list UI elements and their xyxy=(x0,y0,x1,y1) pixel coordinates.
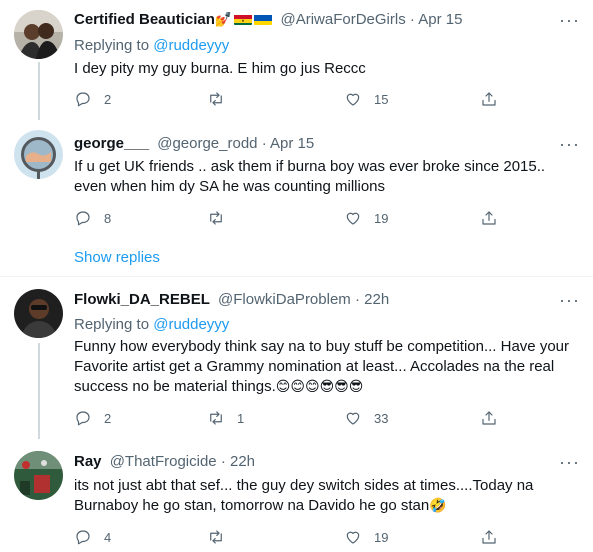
separator-dot: · xyxy=(354,291,360,308)
tweet-emoji: 😊😊😊😎😎😎 xyxy=(275,379,364,395)
handle[interactable]: @george_rodd xyxy=(157,135,257,152)
reply-count: 2 xyxy=(104,91,112,107)
ukraine-flag-icon xyxy=(254,13,273,25)
avatar[interactable] xyxy=(14,130,63,179)
retweet-icon xyxy=(210,530,222,544)
separator-dot: · xyxy=(220,453,226,470)
replying-to-label: Replying to xyxy=(74,37,150,54)
show-replies-link[interactable]: Show replies xyxy=(74,248,160,268)
thread-line xyxy=(38,62,40,120)
tweet-header: george___ @george_rodd · Apr 15 xyxy=(74,134,314,154)
retweet-count: 1 xyxy=(237,410,245,426)
tweet-actions: 2 15 xyxy=(74,89,504,109)
handle[interactable]: @ThatFrogicide xyxy=(110,453,217,470)
thread-line xyxy=(38,343,40,439)
retweet-icon xyxy=(210,92,222,106)
tweet-header: Ray @ThatFrogicide · 22h xyxy=(74,452,255,472)
retweet-button[interactable] xyxy=(207,89,237,109)
like-count: 19 xyxy=(374,210,389,226)
retweet-icon xyxy=(210,211,222,225)
like-button[interactable]: 33 xyxy=(344,408,388,428)
display-name[interactable]: george___ xyxy=(74,135,149,152)
retweet-icon xyxy=(210,411,222,425)
tweet-text: its not just abt that sef... the guy dey… xyxy=(74,476,579,516)
tweet-text: Funny how everybody think say na to buy … xyxy=(74,337,579,397)
reply-button[interactable]: 2 xyxy=(74,408,111,428)
more-options-icon[interactable]: ··· xyxy=(559,135,579,158)
ghana-flag-icon xyxy=(234,13,253,25)
share-icon xyxy=(482,411,496,425)
reply-count: 2 xyxy=(104,410,112,426)
share-button[interactable] xyxy=(480,89,498,109)
tweet-4[interactable]: Ray @ThatFrogicide · 22h ··· its not jus… xyxy=(0,439,593,552)
tweet-actions: 2 1 33 xyxy=(74,408,504,428)
replying-to: Replying to @ruddeyyy xyxy=(74,315,229,335)
reply-button[interactable]: 8 xyxy=(74,208,111,228)
share-button[interactable] xyxy=(480,527,498,547)
reply-icon xyxy=(76,530,90,545)
share-icon xyxy=(482,530,496,544)
heart-icon xyxy=(346,412,360,425)
tweet-1[interactable]: Certified Beautician💅 @AriwaForDeGirls ·… xyxy=(0,0,593,120)
more-options-icon[interactable]: ··· xyxy=(559,291,579,314)
tweet-actions: 4 19 xyxy=(74,527,504,547)
timestamp[interactable]: Apr 15 xyxy=(270,135,314,152)
nail-polish-emoji: 💅 xyxy=(214,12,233,28)
share-button[interactable] xyxy=(480,408,498,428)
like-count: 15 xyxy=(374,91,389,107)
reply-icon xyxy=(76,211,90,226)
like-button[interactable]: 19 xyxy=(344,527,388,547)
retweet-button[interactable]: 1 xyxy=(207,408,244,428)
separator-dot: · xyxy=(261,135,267,152)
like-count: 33 xyxy=(374,410,389,426)
timestamp[interactable]: 22h xyxy=(364,291,389,308)
tweet-emoji: 🤣 xyxy=(429,498,447,514)
separator-dot: · xyxy=(409,11,415,28)
reply-count: 4 xyxy=(104,529,112,545)
more-options-icon[interactable]: ··· xyxy=(559,453,579,476)
avatar[interactable] xyxy=(14,10,63,59)
display-name[interactable]: Ray xyxy=(74,453,102,470)
avatar[interactable] xyxy=(14,289,63,338)
mention-link[interactable]: @ruddeyyy xyxy=(153,316,229,333)
tweet-header: Certified Beautician💅 @AriwaForDeGirls ·… xyxy=(74,10,462,30)
timestamp[interactable]: 22h xyxy=(230,453,255,470)
heart-icon xyxy=(346,212,360,225)
mention-link[interactable]: @ruddeyyy xyxy=(153,37,229,54)
reply-button[interactable]: 2 xyxy=(74,89,111,109)
retweet-button[interactable] xyxy=(207,208,237,228)
share-icon xyxy=(482,92,496,106)
heart-icon xyxy=(346,531,360,544)
tweet-actions: 8 19 xyxy=(74,208,504,228)
tweet-text: If u get UK friends .. ask them if burna… xyxy=(74,158,546,195)
retweet-button[interactable] xyxy=(207,527,237,547)
reply-count: 8 xyxy=(104,210,112,226)
reply-icon xyxy=(76,411,90,426)
like-button[interactable]: 19 xyxy=(344,208,388,228)
share-button[interactable] xyxy=(480,208,498,228)
reply-button[interactable]: 4 xyxy=(74,527,111,547)
reply-icon xyxy=(76,92,90,107)
timestamp[interactable]: Apr 15 xyxy=(418,11,462,28)
like-button[interactable]: 15 xyxy=(344,89,388,109)
replying-to: Replying to @ruddeyyy xyxy=(74,36,229,56)
heart-icon xyxy=(346,93,360,106)
display-name[interactable]: Flowki_DA_REBEL xyxy=(74,291,210,308)
handle[interactable]: @AriwaForDeGirls xyxy=(280,11,405,28)
tweet-text-content: its not just abt that sef... the guy dey… xyxy=(74,477,534,514)
tweet-3[interactable]: Flowki_DA_REBEL @FlowkiDaProblem · 22h ·… xyxy=(0,277,593,439)
more-options-icon[interactable]: ··· xyxy=(559,11,579,34)
tweet-header: Flowki_DA_REBEL @FlowkiDaProblem · 22h xyxy=(74,290,389,310)
replying-to-label: Replying to xyxy=(74,316,150,333)
tweet-2[interactable]: george___ @george_rodd · Apr 15 ··· If u… xyxy=(0,120,593,276)
display-name[interactable]: Certified Beautician xyxy=(74,11,215,28)
share-icon xyxy=(482,211,496,225)
tweet-text: I dey pity my guy burna. E him go jus Re… xyxy=(74,60,366,77)
handle[interactable]: @FlowkiDaProblem xyxy=(218,291,351,308)
like-count: 19 xyxy=(374,529,389,545)
avatar[interactable] xyxy=(14,451,63,500)
